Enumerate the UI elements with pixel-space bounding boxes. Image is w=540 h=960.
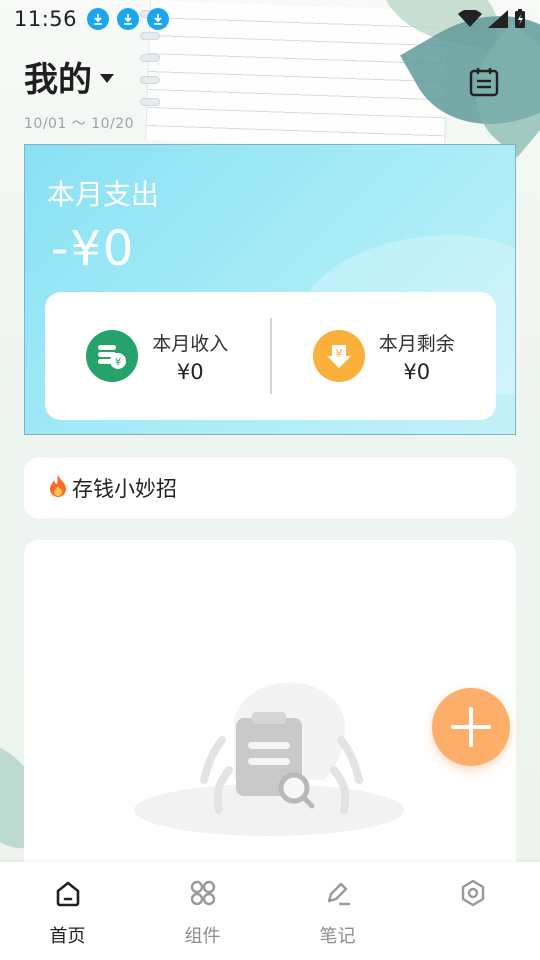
coins-icon: ¥ — [86, 330, 139, 382]
add-record-button[interactable] — [432, 688, 510, 766]
home-icon — [53, 878, 83, 908]
download-icon — [87, 8, 110, 30]
fire-icon — [48, 474, 68, 502]
nav-label-notes: 笔记 — [319, 926, 356, 947]
empty-state-illustration — [134, 682, 404, 836]
saving-tips-bar[interactable]: 存钱小妙招 — [24, 458, 516, 518]
income-value: ¥0 — [176, 359, 204, 384]
nav-item-widgets[interactable]: 组件 — [135, 862, 270, 960]
income-balance-panel: ¥ 本月收入 ¥0 ¥ 本月剩余 ¥0 — [45, 292, 496, 420]
status-time: 11:56 — [14, 7, 78, 31]
balance-stat[interactable]: ¥ 本月剩余 ¥0 — [272, 329, 497, 384]
pen-icon — [323, 878, 353, 908]
calendar-icon[interactable] — [468, 66, 500, 98]
status-bar: 11:56 — [0, 0, 540, 38]
nav-item-home[interactable]: 首页 — [0, 862, 135, 960]
svg-text:¥: ¥ — [335, 347, 342, 360]
date-range[interactable]: 10/01 ～ 10/20 — [24, 113, 134, 133]
income-label: 本月收入 — [152, 332, 229, 355]
widgets-icon — [188, 878, 218, 908]
plus-icon — [451, 707, 491, 747]
monthly-summary-card[interactable]: 本月支出 -¥0 ¥ 本月收入 ¥0 ¥ 本月剩余 ¥0 — [24, 144, 516, 435]
caret-down-icon — [100, 74, 114, 83]
book-selector[interactable]: 我的 — [24, 52, 134, 101]
balance-label: 本月剩余 — [378, 332, 455, 355]
page-title: 我的 — [24, 60, 92, 100]
nav-label-widgets: 组件 — [184, 926, 221, 947]
settings-icon — [458, 878, 488, 908]
header: 我的 10/01 ～ 10/20 — [24, 52, 134, 133]
expense-amount: -¥0 — [51, 221, 136, 277]
wifi-icon — [458, 10, 482, 27]
nav-item-settings[interactable] — [405, 862, 540, 960]
income-stat[interactable]: ¥ 本月收入 ¥0 — [45, 329, 270, 384]
expense-label: 本月支出 — [47, 178, 160, 211]
yen-down-icon: ¥ — [312, 330, 365, 382]
download-icon — [117, 8, 140, 30]
signal-icon — [488, 10, 508, 28]
saving-tips-label: 存钱小妙招 — [72, 477, 177, 501]
download-icon — [147, 8, 170, 30]
balance-value: ¥0 — [403, 359, 431, 384]
nav-item-notes[interactable]: 笔记 — [270, 862, 405, 960]
battery-icon — [515, 9, 525, 28]
svg-text:¥: ¥ — [115, 357, 121, 368]
nav-label-home: 首页 — [49, 926, 86, 947]
bottom-nav: 首页 组件 笔记 — [0, 862, 540, 960]
